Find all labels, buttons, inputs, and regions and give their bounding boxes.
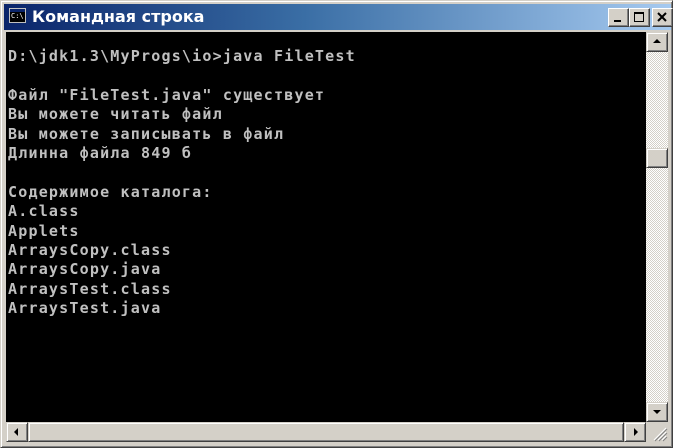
- console-line: ArraysCopy.class: [8, 240, 172, 259]
- arrow-down-icon: [653, 410, 661, 414]
- console-line: A.class: [8, 202, 80, 221]
- console-line: Вы можете читать файл: [8, 105, 223, 124]
- horizontal-scroll-thumb[interactable]: [28, 422, 624, 442]
- console-line: Содержимое каталога:: [8, 182, 213, 201]
- console-line: D:\jdk1.3\MyProgs\io>java FileTest: [8, 47, 356, 65]
- minimize-button[interactable]: [608, 8, 629, 27]
- console-window-icon[interactable]: C:\: [9, 8, 26, 23]
- close-icon: [657, 12, 667, 22]
- console-line: ArraysTest.java: [8, 299, 162, 318]
- scroll-left-button[interactable]: [6, 422, 28, 442]
- title-bar[interactable]: C:\ Командная строка: [4, 4, 673, 30]
- close-button[interactable]: [652, 8, 673, 27]
- resize-grip-icon: [653, 427, 668, 442]
- vertical-scroll-thumb[interactable]: [646, 148, 668, 168]
- arrow-right-icon: [634, 428, 638, 436]
- console-line: Файл "FileTest.java" существует: [8, 85, 326, 104]
- horizontal-scrollbar[interactable]: [6, 422, 646, 442]
- console-icon-glyph: C:\: [11, 12, 24, 20]
- arrow-left-icon: [14, 428, 18, 436]
- vertical-scrollbar[interactable]: [646, 32, 668, 422]
- resize-grip[interactable]: [646, 422, 668, 442]
- minimize-icon: [614, 20, 621, 22]
- console-lines: D:\jdk1.3\MyProgs\io>java FileTest Файл …: [8, 47, 356, 318]
- arrow-up-icon: [653, 39, 661, 43]
- console-line: Длинна файла 849 б: [8, 143, 193, 162]
- window-title: Командная строка: [32, 7, 205, 26]
- console-line: Вы можете записывать в файл: [8, 124, 285, 143]
- scroll-down-button[interactable]: [646, 402, 668, 422]
- scroll-right-button[interactable]: [624, 422, 646, 442]
- console-line: Applets: [8, 221, 80, 240]
- scroll-up-button[interactable]: [646, 32, 668, 52]
- maximize-icon: [634, 12, 644, 22]
- maximize-button[interactable]: [629, 8, 650, 27]
- console-output-area[interactable]: D:\jdk1.3\MyProgs\io>java FileTest Файл …: [6, 32, 646, 422]
- console-line: ArraysCopy.java: [8, 260, 162, 279]
- console-line: ArraysTest.class: [8, 279, 172, 298]
- command-prompt-window: C:\ Командная строка D:\jdk1.3\MyProgs\i…: [0, 0, 673, 448]
